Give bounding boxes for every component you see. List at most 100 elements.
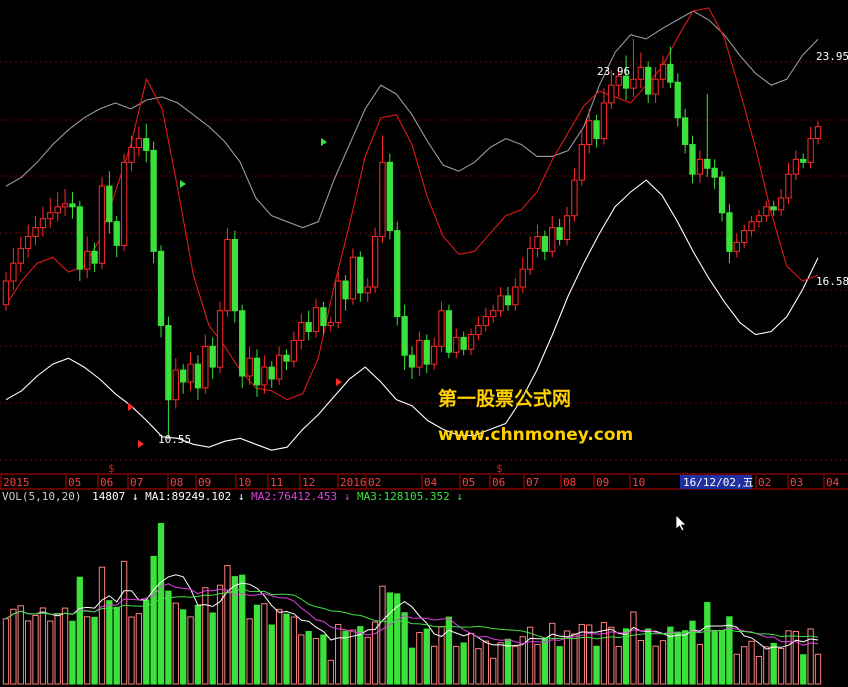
candle-body [711,167,718,178]
candle-body [261,366,268,386]
vol-name: VOL(5,10,20) [2,490,81,503]
signal-arrow-1 [336,378,342,386]
candle-86 [637,52,644,89]
volume-bar-37 [275,608,283,685]
candle-body [807,138,814,163]
candle-body [135,138,143,148]
volume-bar-22 [165,590,172,685]
volume-bar-64 [475,648,482,685]
candle-body [622,75,630,89]
candle-29 [216,301,224,374]
candle-63 [467,328,475,356]
candle-106 [785,162,792,204]
candle-4 [32,215,39,246]
mouse-cursor-icon [675,514,687,532]
candle-56 [416,331,423,376]
tick-label-19: 03 [790,476,803,489]
candle-59 [438,301,445,353]
candle-26 [194,355,202,400]
volume-bar-24 [180,609,187,685]
candle-74 [549,215,556,258]
candle-5 [39,206,47,237]
candle-body [335,280,342,324]
volume-bar-92 [681,630,689,685]
watermark-url: www.chnmoney.com [438,425,633,445]
candle-body [460,336,467,350]
candle-51 [379,135,386,243]
candle-3 [24,224,32,258]
candle-body [364,286,371,294]
candle-23 [172,358,179,409]
volume-bar-40 [298,634,305,685]
candle-34 [253,349,261,397]
volume-bar-44 [327,659,334,685]
signal-arrow-2 [180,180,186,188]
volume-bar-104 [770,642,777,685]
candle-body [371,236,379,288]
volume-bar-3 [24,620,32,685]
candle-64 [475,316,482,341]
volume-bar-47 [349,629,357,685]
volume-bar-21 [157,522,165,685]
volume-bar-105 [777,647,785,685]
upper-band-line [5,10,819,229]
candle-body [423,339,430,365]
candle-body [630,78,637,89]
candle-body [681,117,689,146]
volume-bar-101 [748,640,755,685]
candle-body [165,325,172,401]
candle-body [541,236,549,252]
volume-bar-41 [305,630,312,685]
candle-body [216,310,224,368]
volume-bar-108 [800,654,807,685]
candle-90 [667,46,674,89]
candle-85 [630,38,637,98]
volume-bar-83 [615,645,622,685]
candle-body [600,102,608,140]
candle-11 [84,236,91,279]
candle-body [748,221,755,232]
tick-label-10: 02 [368,476,381,489]
candle-body [504,295,512,306]
candle-body [475,325,482,335]
candle-body [298,322,305,341]
candle-24 [180,364,187,394]
volume-bar-36 [268,624,275,685]
volume-bar-8 [61,607,69,685]
volume-bar-5 [39,607,47,685]
volume-bar-11 [84,616,91,685]
candle-body [467,333,475,350]
candle-45 [335,272,342,329]
candle-42 [312,298,320,338]
tick-label-14: 07 [526,476,539,489]
volume-bar-69 [512,645,519,685]
tick-label-1: 05 [68,476,81,489]
candle-25 [187,352,194,391]
candle-44 [327,316,334,332]
candle-body [357,256,364,294]
svg-text:VOL(5,10,20) 14807: VOL(5,10,20) 14807 ↓ MA1:89249.102 ↓ MA2… [2,490,463,503]
tick-label-6: 10 [238,476,251,489]
tick-label-0: 2015 [3,476,30,489]
candle-body [785,173,792,199]
candle-98 [726,203,733,264]
candle-0 [2,272,10,311]
low-point-label: 10.55 [158,433,191,446]
candle-body [312,307,320,332]
vol-ma1-label: MA1:89249.102 [145,490,231,503]
candle-67 [497,286,504,317]
candle-body [430,345,438,365]
volume-bar-25 [187,616,194,685]
volume-bar-82 [608,626,615,685]
candle-body [482,316,489,327]
candle-body [275,354,283,380]
candle-body [674,81,681,119]
time-axis: 2015 05 06 07 08 09 10 11 12 2016 02 04 05 06 07 08 09 10… [0,462,848,490]
candle-80 [593,114,600,148]
candle-78 [578,129,585,187]
volume-bar-1 [10,608,17,685]
volume-bar-2 [17,605,24,685]
signal-arrow-3 [321,138,327,146]
candle-body [268,366,275,380]
candle-body [54,206,61,214]
